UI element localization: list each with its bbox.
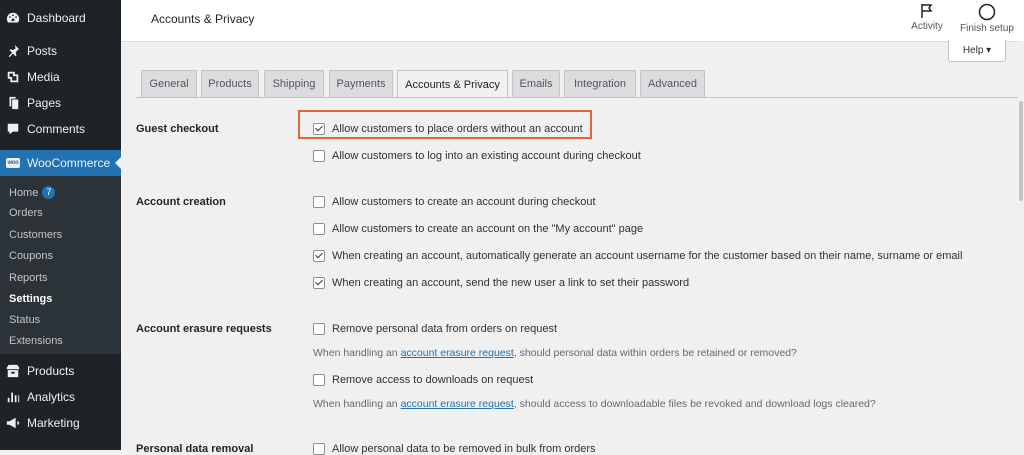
flag-icon — [921, 4, 933, 18]
activity-button[interactable]: Activity — [909, 3, 945, 32]
checkbox[interactable] — [313, 150, 325, 162]
erasure-orders-description: When handling an account erasure request… — [313, 347, 797, 359]
sidebar-item-label: Comments — [27, 122, 86, 136]
sidebar-item-media[interactable]: Media — [0, 64, 121, 90]
checkbox[interactable] — [313, 123, 325, 135]
submenu-item-home[interactable]: Home 7 — [9, 186, 56, 199]
finish-setup-button[interactable]: Finish setup — [957, 3, 1017, 34]
tab-emails[interactable]: Emails — [512, 70, 560, 97]
submenu-item-customers[interactable]: Customers — [9, 229, 62, 241]
media-icon — [6, 70, 20, 84]
submenu-item-reports[interactable]: Reports — [9, 272, 48, 284]
option-label: When creating an account, send the new u… — [332, 277, 690, 289]
send-password-link-option[interactable]: When creating an account, send the new u… — [313, 277, 689, 289]
create-account-checkout-option[interactable]: Allow customers to create an account dur… — [313, 196, 596, 208]
sidebar-item-label: Dashboard — [27, 11, 86, 25]
remove-order-data-option[interactable]: Remove personal data from orders on requ… — [313, 323, 557, 335]
account-erasure-request-link[interactable]: account erasure request — [401, 398, 514, 410]
guest-checkout-option[interactable]: Allow customers to place orders without … — [313, 123, 583, 135]
sidebar-item-label: Posts — [27, 44, 58, 58]
checkbox[interactable] — [313, 250, 325, 262]
woocommerce-icon: woo — [6, 158, 20, 168]
personal-data-removal-heading: Personal data removal — [136, 443, 254, 455]
option-label: Allow customers to log into an existing … — [332, 150, 641, 162]
sidebar-item-comments[interactable]: Comments — [0, 116, 121, 142]
sidebar-item-label: WooCommerce — [27, 156, 111, 170]
tab-payments[interactable]: Payments — [329, 70, 393, 97]
notification-count-badge: 7 — [42, 186, 56, 199]
account-creation-heading: Account creation — [136, 196, 226, 208]
admin-sidebar: Dashboard Posts Media Pages Comments woo… — [0, 0, 121, 450]
option-label: Allow customers to create an account dur… — [332, 196, 596, 208]
option-label: Allow customers to create an account on … — [332, 223, 644, 235]
pin-icon — [6, 44, 20, 58]
dashboard-icon — [6, 11, 20, 25]
sidebar-item-posts[interactable]: Posts — [0, 38, 121, 64]
comments-icon — [6, 122, 20, 136]
description-text: When handling an — [313, 347, 401, 359]
sidebar-item-analytics[interactable]: Analytics — [0, 384, 121, 410]
description-text: , should access to downloadable files be… — [513, 398, 876, 410]
create-account-myaccount-option[interactable]: Allow customers to create an account on … — [313, 223, 643, 235]
submenu-item-coupons[interactable]: Coupons — [9, 250, 53, 262]
active-menu-arrow — [115, 157, 121, 169]
sidebar-item-marketing[interactable]: Marketing — [0, 410, 121, 436]
finish-setup-label: Finish setup — [960, 23, 1014, 34]
guest-checkout-heading: Guest checkout — [136, 123, 219, 135]
page-title: Accounts & Privacy — [151, 12, 255, 26]
remove-downloads-option[interactable]: Remove access to downloads on request — [313, 374, 533, 386]
submenu-item-orders[interactable]: Orders — [9, 207, 43, 219]
sidebar-item-label: Products — [27, 364, 75, 378]
submenu-item-extensions[interactable]: Extensions — [9, 335, 63, 347]
sidebar-item-woocommerce[interactable]: woo WooCommerce — [0, 150, 121, 176]
tab-advanced[interactable]: Advanced — [640, 70, 705, 97]
description-text: When handling an — [313, 398, 401, 410]
option-label: Allow personal data to be removed in bul… — [332, 443, 596, 455]
sidebar-item-pages[interactable]: Pages — [0, 90, 121, 116]
tab-accounts-privacy[interactable]: Accounts & Privacy — [397, 70, 508, 98]
woocommerce-submenu: Home 7 Orders Customers Coupons Reports S… — [0, 176, 121, 354]
scrollbar-thumb[interactable] — [1019, 101, 1023, 201]
progress-circle-icon — [978, 3, 996, 21]
checkbox[interactable] — [313, 277, 325, 289]
option-label: Allow customers to place orders without … — [332, 123, 583, 135]
pages-icon — [6, 96, 20, 110]
activity-label: Activity — [911, 21, 943, 32]
marketing-icon — [6, 416, 20, 430]
analytics-icon — [6, 390, 20, 404]
erasure-downloads-description: When handling an account erasure request… — [313, 398, 876, 410]
sidebar-item-label: Media — [27, 70, 60, 84]
checkbox[interactable] — [313, 223, 325, 235]
bulk-remove-personal-data-option[interactable]: Allow personal data to be removed in bul… — [313, 443, 596, 455]
tab-products[interactable]: Products — [201, 70, 259, 97]
option-label: Remove personal data from orders on requ… — [332, 323, 558, 335]
generate-username-option[interactable]: When creating an account, automatically … — [313, 250, 962, 262]
sidebar-item-label: Pages — [27, 96, 62, 110]
sidebar-item-label: Analytics — [27, 390, 76, 404]
help-button[interactable]: Help ▾ — [948, 40, 1006, 62]
submenu-item-status[interactable]: Status — [9, 314, 40, 326]
checkbox[interactable] — [313, 323, 325, 335]
option-label: Remove access to downloads on request — [332, 374, 534, 386]
option-label: When creating an account, automatically … — [332, 250, 963, 262]
submenu-item-label: Home — [9, 187, 39, 199]
checkbox[interactable] — [313, 374, 325, 386]
page-header: Accounts & Privacy Activity Finish setup — [121, 0, 1024, 42]
description-text: , should personal data within orders be … — [513, 347, 797, 359]
checkbox[interactable] — [313, 196, 325, 208]
sidebar-item-label: Marketing — [27, 416, 80, 430]
tabs-divider — [136, 97, 1024, 98]
sidebar-item-products[interactable]: Products — [0, 358, 121, 384]
checkbox[interactable] — [313, 443, 325, 455]
erasure-requests-heading: Account erasure requests — [136, 323, 272, 335]
tab-integration[interactable]: Integration — [564, 70, 636, 97]
sidebar-item-dashboard[interactable]: Dashboard — [0, 5, 121, 31]
login-during-checkout-option[interactable]: Allow customers to log into an existing … — [313, 150, 641, 162]
products-icon — [6, 364, 20, 378]
submenu-item-settings[interactable]: Settings — [9, 293, 52, 305]
tab-shipping[interactable]: Shipping — [264, 70, 324, 97]
account-erasure-request-link[interactable]: account erasure request — [401, 347, 514, 359]
page-scrollbar[interactable] — [1018, 41, 1024, 450]
tab-general[interactable]: General — [141, 70, 197, 97]
